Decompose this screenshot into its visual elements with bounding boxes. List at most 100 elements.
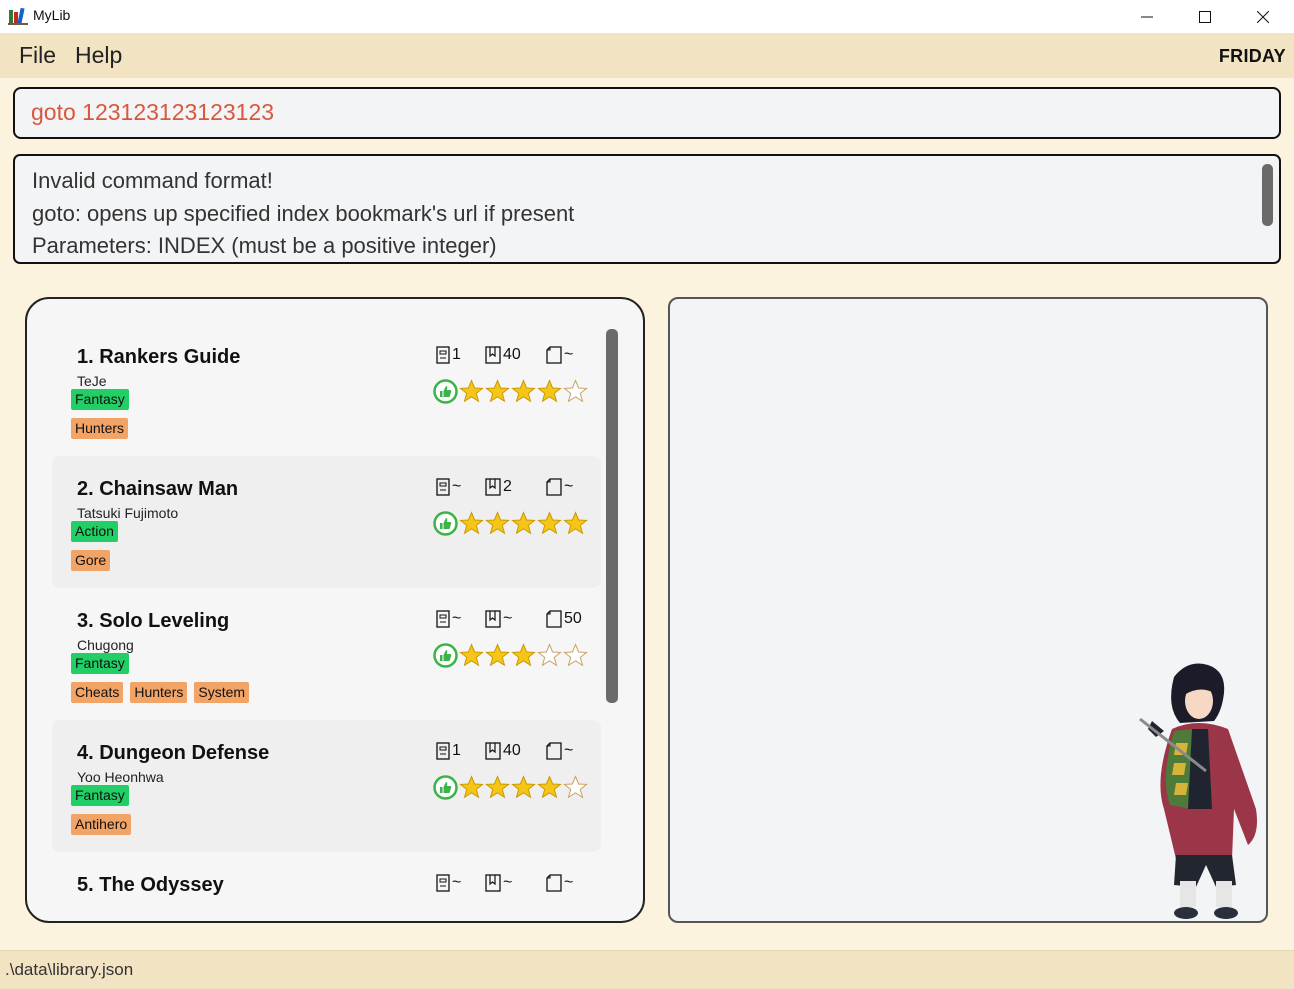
book-author: Chugong [77, 637, 134, 653]
label-tag: System [194, 682, 250, 703]
chapter-progress-value: 1 [452, 346, 461, 363]
chapter-progress-value: ~ [452, 874, 462, 891]
status-bar: .\data\library.json [0, 950, 1294, 989]
chapter-icon [436, 346, 450, 364]
page-progress: ~ [546, 874, 573, 892]
menu-help[interactable]: Help [75, 42, 122, 69]
genre-tag: Fantasy [71, 653, 129, 674]
close-icon [1257, 10, 1269, 23]
volume-progress-value: 40 [503, 346, 521, 363]
star-empty-icon [563, 643, 588, 667]
volume-icon [485, 874, 501, 892]
maximize-icon [1199, 10, 1211, 23]
day-label: FRIDAY [1218, 46, 1286, 66]
menu-file[interactable]: File [19, 42, 56, 69]
result-line: Invalid command format! [32, 168, 273, 193]
label-tag: Hunters [71, 418, 129, 439]
menu-bar: File Help FRIDAY [0, 33, 1294, 78]
genre-tags: Fantasy [71, 785, 129, 806]
chapter-icon [436, 478, 450, 496]
command-box[interactable]: goto 123123123123123 [13, 87, 1281, 139]
book-title: 1. Rankers Guide [77, 346, 241, 368]
book-card[interactable]: 2. Chainsaw Man Tatsuki Fujimoto Action Gor… [52, 456, 601, 588]
page-icon [546, 478, 562, 496]
volume-icon [485, 478, 501, 496]
star-filled-icon [511, 643, 536, 667]
rating [433, 511, 588, 536]
chapter-progress: 1 [436, 742, 461, 760]
star-filled-icon [485, 775, 510, 799]
genre-tags: Action [71, 521, 118, 542]
genre-tag: Fantasy [71, 785, 129, 806]
book-list-scrollbar[interactable] [606, 329, 618, 703]
volume-icon [485, 346, 501, 364]
page-icon [546, 346, 562, 364]
book-card[interactable]: 1. Rankers Guide TeJe Fantasy Hunters 1 40 ~ [52, 324, 601, 456]
close-button[interactable] [1234, 0, 1292, 33]
rating [433, 775, 588, 800]
book-card[interactable]: 3. Solo Leveling Chugong Fantasy Cheats Hunt… [52, 588, 601, 720]
rating [433, 379, 588, 404]
minimize-icon [1141, 16, 1153, 17]
thumbs-up-icon[interactable] [433, 775, 458, 800]
book-card[interactable]: 5. The Odyssey ~ ~ ~ [52, 852, 601, 921]
result-line: Parameters: INDEX (must be a positive in… [32, 233, 497, 258]
chapter-progress: ~ [436, 874, 461, 892]
rating [433, 643, 588, 668]
result-scrollbar[interactable] [1262, 164, 1273, 226]
book-list-panel: 1. Rankers Guide TeJe Fantasy Hunters 1 40 ~2.… [25, 297, 645, 923]
label-tag: Antihero [71, 814, 132, 835]
label-tag: Cheats [71, 682, 124, 703]
star-filled-icon [459, 643, 484, 667]
maximize-button[interactable] [1176, 0, 1234, 33]
page-icon [546, 742, 562, 760]
chapter-progress: ~ [436, 610, 461, 628]
star-filled-icon [537, 775, 562, 799]
volume-progress: ~ [485, 610, 512, 628]
thumbs-up-icon[interactable] [433, 643, 458, 668]
volume-progress: 2 [485, 478, 512, 496]
star-filled-icon [459, 511, 484, 535]
star-filled-icon [537, 379, 562, 403]
chapter-progress-value: 1 [452, 742, 461, 759]
book-title: 4. Dungeon Defense [77, 742, 270, 764]
book-card[interactable]: 4. Dungeon Defense Yoo Heonhwa Fantasy Anti… [52, 720, 601, 852]
book-title: 3. Solo Leveling [77, 610, 230, 632]
minimize-button[interactable] [1118, 0, 1176, 33]
thumbs-up-icon[interactable] [433, 511, 458, 536]
app-books-icon [8, 7, 28, 25]
label-tags: Hunters [71, 418, 129, 439]
title-bar: MyLib [0, 0, 1294, 33]
page-progress-value: ~ [564, 742, 574, 759]
chapter-icon [436, 610, 450, 628]
star-filled-icon [485, 511, 510, 535]
thumbs-up-icon[interactable] [433, 379, 458, 404]
genre-tag: Fantasy [71, 389, 129, 410]
page-progress-value: ~ [564, 346, 574, 363]
star-filled-icon [485, 643, 510, 667]
star-filled-icon [459, 775, 484, 799]
star-filled-icon [511, 511, 536, 535]
label-tag: Gore [71, 550, 111, 571]
star-filled-icon [563, 511, 588, 535]
page-progress: ~ [546, 742, 573, 760]
star-empty-icon [563, 775, 588, 799]
star-filled-icon [511, 379, 536, 403]
volume-progress: ~ [485, 874, 512, 892]
star-filled-icon [537, 511, 562, 535]
star-empty-icon [537, 643, 562, 667]
book-title: 2. Chainsaw Man [77, 478, 239, 500]
volume-progress-value: 40 [503, 742, 521, 759]
command-input[interactable]: goto 123123123123123 [31, 99, 274, 126]
genre-tags: Fantasy [71, 389, 129, 410]
storage-path: .\data\library.json [5, 960, 134, 979]
book-author: Yoo Heonhwa [77, 769, 164, 785]
star-filled-icon [459, 379, 484, 403]
page-progress: 50 [546, 610, 582, 628]
chapter-icon [436, 874, 450, 892]
volume-progress-value: ~ [503, 610, 513, 627]
chapter-icon [436, 742, 450, 760]
page-progress: ~ [546, 346, 573, 364]
chapter-progress-value: ~ [452, 610, 462, 627]
label-tags: Antihero [71, 814, 132, 835]
